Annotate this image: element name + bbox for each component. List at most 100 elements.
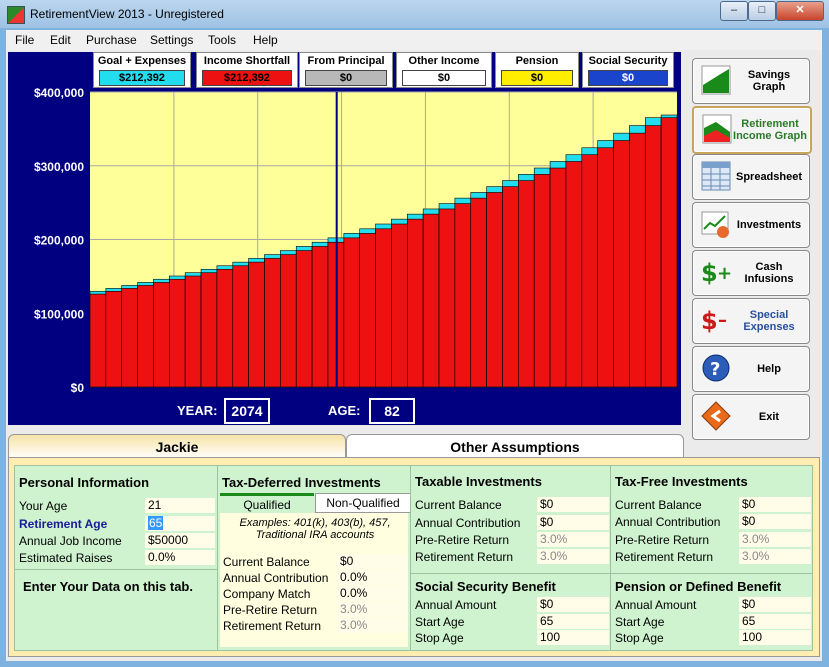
annual-job-income-field[interactable]: $50000 (145, 533, 215, 548)
minimize-button[interactable]: – (720, 1, 748, 21)
retirement-income-graph-icon (702, 114, 732, 144)
legend-other-income: Other Income $0 (396, 52, 492, 88)
taxable-retirement-field[interactable]: 3.0% (537, 549, 609, 564)
menu-purchase[interactable]: Purchase (86, 33, 137, 47)
legend-goal-expenses: Goal + Expenses $212,392 (93, 52, 191, 88)
menu-tools[interactable]: Tools (208, 33, 236, 47)
menu-help[interactable]: Help (253, 33, 278, 47)
income-shortfall-bar (613, 140, 630, 388)
income-shortfall-bar (232, 265, 249, 388)
income-shortfall-bar (359, 233, 376, 388)
legend-title: From Principal (307, 55, 385, 67)
investments-button[interactable]: Investments (692, 202, 810, 248)
menu-bar: File Edit Purchase Settings Tools Help (6, 30, 822, 50)
maximize-button[interactable]: □ (748, 1, 776, 21)
menu-edit[interactable]: Edit (50, 33, 71, 47)
your-age-label: Your Age (19, 499, 68, 513)
tab-jackie[interactable]: Jackie (8, 434, 346, 459)
tab-other-assumptions[interactable]: Other Assumptions (346, 434, 684, 459)
retirement-income-chart[interactable]: $0 $100,000 $200,000 $300,000 $400,000 (8, 86, 681, 396)
retirement-income-graph-button[interactable]: Retirement Income Graph (692, 106, 812, 154)
pension-stop-age-field[interactable]: 100 (739, 630, 811, 645)
income-shortfall-bar (422, 213, 440, 388)
window-title: RetirementView 2013 - Unregistered (30, 7, 224, 21)
legend-value: $0 (501, 70, 573, 86)
pension-start-age-field[interactable]: 65 (739, 614, 811, 629)
taxfree-balance-field[interactable]: $0 (739, 497, 811, 512)
taxable-contribution-field[interactable]: $0 (537, 515, 609, 530)
income-shortfall-bar (565, 161, 583, 388)
menu-settings[interactable]: Settings (150, 33, 193, 47)
ss-annual-amount-field[interactable]: $0 (537, 597, 609, 612)
taxfree-contribution-label: Annual Contribution (615, 515, 721, 529)
your-age-field[interactable]: 21 (145, 498, 215, 513)
ss-stop-age-field[interactable]: 100 (537, 630, 609, 645)
y-tick-label: $400,000 (34, 86, 84, 100)
taxfree-retirement-label: Retirement Return (615, 550, 714, 564)
income-shortfall-bar (533, 174, 551, 388)
help-label: Help (757, 363, 781, 375)
income-shortfall-bar (311, 246, 329, 388)
income-shortfall-bar (454, 203, 472, 388)
retirement-age-value: 65 (148, 516, 164, 530)
spreadsheet-icon (701, 161, 731, 191)
taxable-pre-retire-field[interactable]: 3.0% (537, 532, 609, 547)
ss-start-age-field[interactable]: 65 (537, 614, 609, 629)
taxable-retirement-label: Retirement Return (415, 550, 514, 564)
legend-value: $212,392 (202, 70, 292, 86)
exit-icon (701, 401, 731, 431)
annual-contribution-field[interactable]: 0.0% (337, 570, 407, 585)
tax-deferred-panel: Tax-Deferred Investments Qualified Non-Q… (217, 465, 411, 651)
special-expenses-button[interactable]: $ – Special Expenses (692, 298, 810, 344)
tab-qualified[interactable]: Qualified (220, 493, 314, 514)
legend-income-shortfall: Income Shortfall $212,392 (196, 52, 298, 88)
retirement-return-label: Retirement Return (223, 619, 322, 633)
pre-retire-return-field[interactable]: 3.0% (337, 602, 407, 617)
social-security-title: Social Security Benefit (415, 579, 556, 594)
estimated-raises-field[interactable]: 0.0% (145, 550, 215, 565)
taxable-balance-field[interactable]: $0 (537, 497, 609, 512)
company-match-field[interactable]: 0.0% (337, 586, 407, 601)
income-shortfall-bar (518, 180, 535, 388)
spreadsheet-label: Spreadsheet (735, 171, 803, 183)
income-shortfall-bar (169, 278, 186, 388)
app-window: RetirementView 2013 - Unregistered – □ ✕… (0, 0, 829, 667)
svg-text:$: $ (701, 259, 718, 287)
income-shortfall-bar (597, 147, 614, 388)
income-shortfall-bar (486, 192, 503, 388)
close-button[interactable]: ✕ (776, 1, 824, 21)
taxfree-pre-retire-field[interactable]: 3.0% (739, 532, 811, 547)
income-shortfall-bar (660, 117, 678, 388)
title-bar: RetirementView 2013 - Unregistered – □ ✕ (0, 0, 829, 28)
income-shortfall-bar (549, 167, 567, 388)
taxfree-retirement-field[interactable]: 3.0% (739, 549, 811, 564)
pre-retire-return-label: Pre-Retire Return (223, 603, 318, 617)
taxfree-contribution-field[interactable]: $0 (739, 514, 811, 529)
svg-text:+: + (717, 263, 731, 284)
taxable-balance-label: Current Balance (415, 498, 502, 512)
savings-graph-button[interactable]: Savings Graph (692, 58, 810, 104)
retirement-return-field[interactable]: 3.0% (337, 618, 407, 633)
income-shortfall-bar (502, 186, 519, 388)
tab-non-qualified[interactable]: Non-Qualified (315, 493, 411, 513)
legend-title: Goal + Expenses (97, 55, 187, 67)
income-shortfall-bar (280, 254, 297, 388)
income-shortfall-bar (375, 228, 392, 388)
legend-from-principal: From Principal $0 (299, 52, 393, 88)
personal-information-panel: Personal Information Your Age 21 Retirem… (14, 465, 218, 651)
tax-deferred-title: Tax-Deferred Investments (222, 475, 381, 490)
retirement-age-field[interactable]: 65 (145, 516, 215, 531)
y-tick-label: $300,000 (34, 160, 84, 174)
income-shortfall-bar (629, 132, 646, 388)
pension-annual-amount-field[interactable]: $0 (739, 597, 811, 612)
cash-infusions-button[interactable]: $ + Cash Infusions (692, 250, 810, 296)
company-match-label: Company Match (223, 587, 311, 601)
spreadsheet-button[interactable]: Spreadsheet (692, 154, 810, 200)
menu-file[interactable]: File (15, 33, 34, 47)
income-shortfall-bar (438, 208, 456, 388)
current-balance-field[interactable]: $0 (337, 554, 407, 569)
cash-infusions-label: Cash Infusions (744, 261, 794, 285)
help-button[interactable]: ? Help (692, 346, 810, 392)
income-shortfall-bar (216, 268, 234, 388)
year-value: 2074 (224, 398, 270, 424)
